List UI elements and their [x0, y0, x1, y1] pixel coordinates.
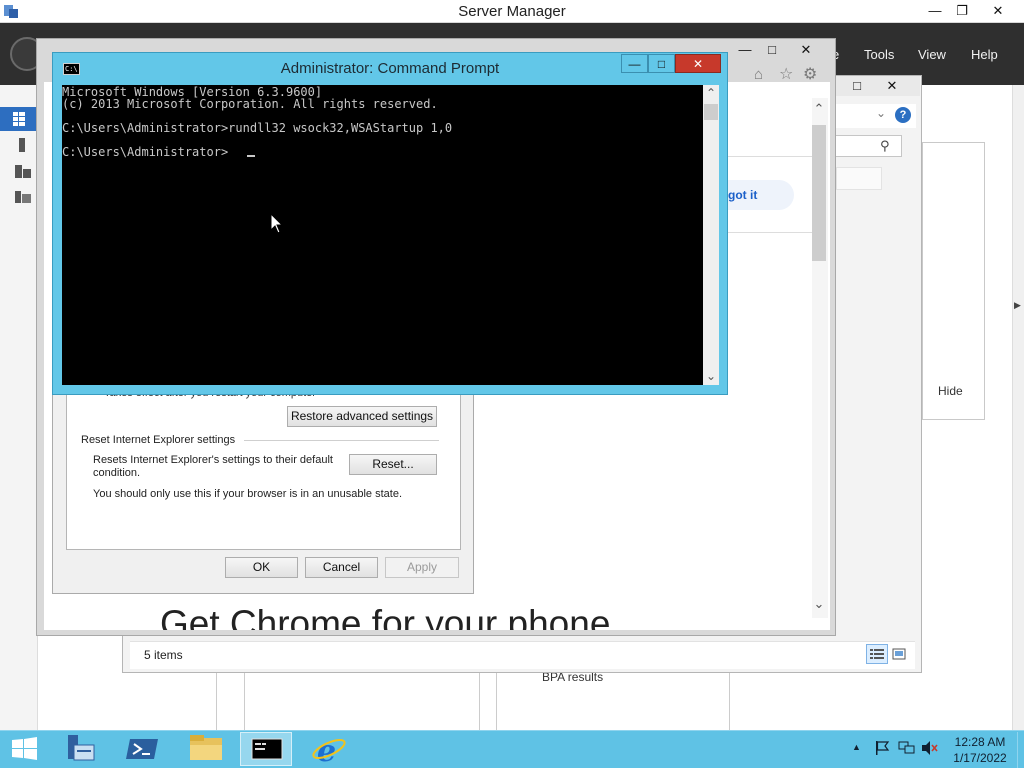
cmd-scroll-down-icon[interactable]: ⌄: [704, 369, 718, 383]
bpa-tile-right: [496, 672, 730, 730]
apply-button[interactable]: Apply: [385, 557, 459, 578]
explorer-filter-box[interactable]: [836, 167, 882, 190]
sm-scroll-arrow[interactable]: ▶: [1011, 300, 1024, 314]
unusable-note: You should only use this if your browser…: [93, 488, 402, 500]
reset-button[interactable]: Reset...: [349, 454, 437, 475]
action-center-flag-icon[interactable]: [874, 740, 890, 756]
taskbar-clock[interactable]: 12:28 AM 1/17/2022: [948, 734, 1012, 766]
browser-minimize-button[interactable]: —: [732, 40, 758, 60]
server-manager-title: Server Manager: [458, 3, 566, 20]
server-manager-nav: [0, 85, 38, 730]
mouse-pointer-icon: [270, 213, 284, 234]
taskbar-internet-explorer[interactable]: e: [303, 732, 355, 768]
menu-view[interactable]: View: [918, 47, 946, 62]
menu-help[interactable]: Help: [971, 47, 998, 62]
scroll-up-icon[interactable]: ⌃: [811, 101, 827, 117]
internet-explorer-icon: e: [312, 734, 346, 768]
folder-icon: [190, 735, 222, 760]
chevron-down-icon[interactable]: ⌄: [876, 106, 886, 120]
reset-description: Resets Internet Explorer's settings to t…: [93, 454, 333, 479]
clock-date: 1/17/2022: [953, 751, 1007, 765]
item-count: 5 items: [144, 648, 183, 662]
network-icon[interactable]: [898, 740, 916, 756]
help-icon[interactable]: ?: [895, 107, 911, 123]
hide-button[interactable]: Hide: [938, 384, 963, 398]
powershell-icon: [126, 739, 158, 759]
cancel-button[interactable]: Cancel: [305, 557, 378, 578]
favorites-star-icon[interactable]: ☆: [779, 64, 793, 84]
cmd-scrollbar[interactable]: [703, 85, 719, 385]
cmd-line-3: C:\Users\Administrator>rundll32 wsock32,…: [62, 121, 453, 135]
details-view-icon: [870, 649, 884, 659]
hide-panel: [922, 142, 985, 420]
all-servers-icon[interactable]: [14, 162, 32, 180]
sm-minimize-button[interactable]: —: [922, 1, 948, 21]
explorer-close-button[interactable]: ✕: [872, 76, 912, 96]
home-icon[interactable]: ⌂: [754, 66, 763, 83]
cmd-close-button[interactable]: ✕: [675, 54, 721, 73]
cmd-maximize-button[interactable]: □: [648, 54, 675, 73]
show-hidden-icons-icon[interactable]: ▲: [852, 742, 861, 752]
show-desktop-button[interactable]: [1017, 732, 1024, 768]
taskbar-powershell[interactable]: [118, 732, 170, 766]
dashboard-icon: [13, 112, 25, 126]
explorer-restore-button[interactable]: □: [845, 76, 869, 96]
browser-close-button[interactable]: ✕: [786, 40, 826, 60]
sm-close-button[interactable]: ✕: [976, 1, 1020, 21]
restore-advanced-settings-button[interactable]: Restore advanced settings: [287, 406, 437, 427]
tools-gear-icon[interactable]: ⚙: [803, 64, 817, 84]
file-services-icon[interactable]: [14, 188, 32, 206]
svg-text:e: e: [317, 734, 336, 766]
volume-muted-icon[interactable]: [921, 740, 939, 756]
taskbar-command-prompt[interactable]: [240, 732, 292, 766]
menu-tools[interactable]: Tools: [864, 47, 894, 62]
explorer-status-bar: [130, 641, 915, 669]
taskbar-server-manager[interactable]: [55, 732, 107, 766]
reset-group-divider: [244, 440, 439, 441]
start-windows-icon[interactable]: [12, 737, 38, 761]
chrome-headline: Get Chrome for your phone: [160, 603, 611, 630]
local-server-icon[interactable]: [14, 136, 30, 154]
tile-divider: [216, 672, 217, 730]
server-manager-icon: [68, 735, 95, 761]
cmd-scroll-thumb[interactable]: [704, 104, 718, 120]
cmd-scroll-up-icon[interactable]: ⌃: [704, 86, 718, 100]
taskbar-file-explorer[interactable]: [180, 732, 232, 766]
browser-scroll-thumb[interactable]: [812, 125, 826, 261]
scroll-down-icon[interactable]: ⌄: [811, 596, 827, 612]
cmd-line-2: (c) 2013 Microsoft Corporation. All righ…: [62, 97, 438, 111]
clock-time: 12:28 AM: [954, 735, 1006, 749]
browser-maximize-button[interactable]: □: [759, 40, 785, 60]
sm-restore-button[interactable]: ❐: [949, 1, 975, 21]
cmd-prompt-line: C:\Users\Administrator>: [62, 145, 229, 159]
search-icon[interactable]: ⚲: [880, 138, 890, 154]
ok-button[interactable]: OK: [225, 557, 298, 578]
sm-scrollbar[interactable]: [1012, 85, 1024, 730]
command-prompt-icon: [251, 738, 283, 760]
text-cursor: [247, 155, 255, 157]
cmd-minimize-button[interactable]: —: [621, 54, 648, 73]
bpa-tile-left: [244, 672, 480, 730]
nav-dashboard[interactable]: [0, 107, 38, 131]
large-icons-view-icon[interactable]: [892, 647, 906, 661]
reset-group-title: Reset Internet Explorer settings: [81, 434, 236, 446]
